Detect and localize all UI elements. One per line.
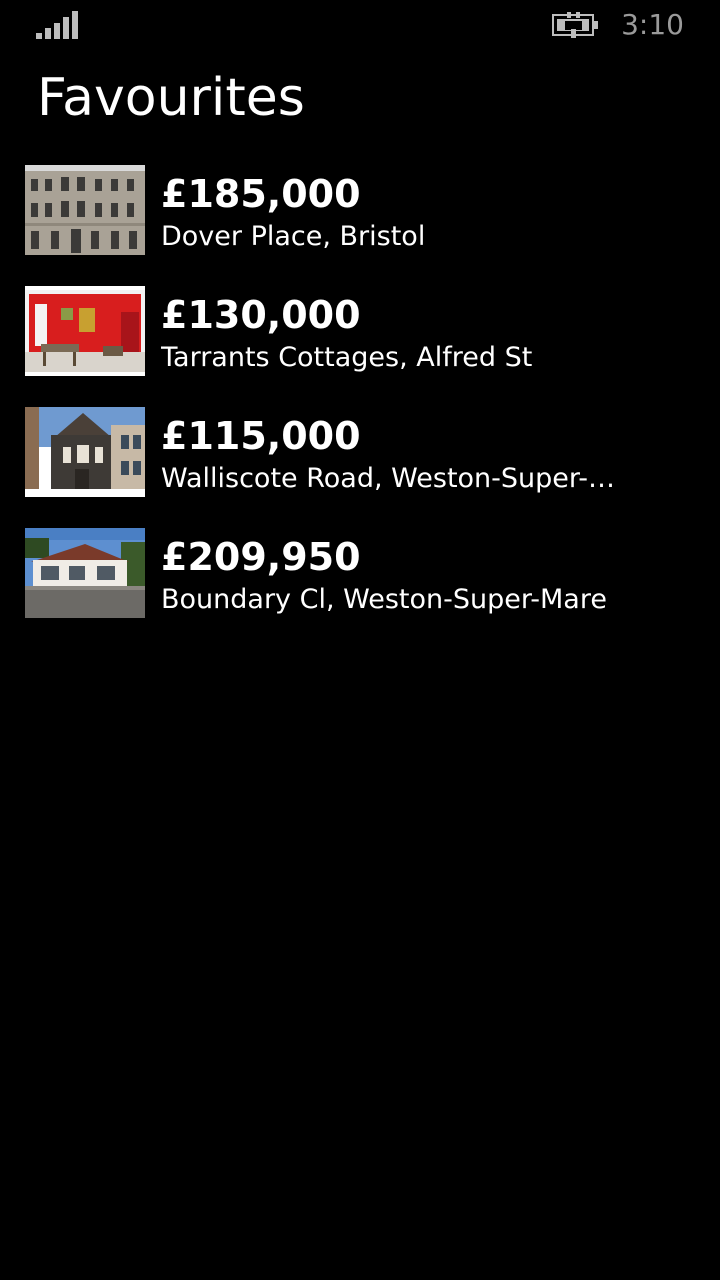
signal-strength-icon: [36, 11, 80, 39]
listing-address: Tarrants Cottages, Alfred St: [161, 342, 533, 373]
listing-price: £185,000: [161, 172, 361, 216]
status-time: 3:10: [621, 8, 684, 41]
list-item[interactable]: £209,950 Boundary Cl, Weston-Super-Mare: [25, 528, 695, 620]
list-item[interactable]: £130,000 Tarrants Cottages, Alfred St: [25, 286, 695, 378]
listing-address: Dover Place, Bristol: [161, 221, 426, 252]
red-room-interior-photo: [25, 286, 145, 376]
battery-charging-icon: [552, 12, 600, 38]
listing-address: Walliscote Road, Weston-Super-…: [161, 463, 616, 494]
list-item[interactable]: £115,000 Walliscote Road, Weston-Super-…: [25, 407, 695, 499]
bungalow-photo: [25, 528, 145, 618]
terraced-building-photo: [25, 165, 145, 255]
listing-price: £115,000: [161, 414, 361, 458]
page-title: Favourites: [37, 68, 305, 128]
listing-address: Boundary Cl, Weston-Super-Mare: [161, 584, 607, 615]
listing-price: £209,950: [161, 535, 361, 579]
listing-price: £130,000: [161, 293, 361, 337]
status-bar: 3:10: [0, 0, 720, 52]
list-item[interactable]: £185,000 Dover Place, Bristol: [25, 165, 695, 257]
chapel-building-photo: [25, 407, 145, 497]
